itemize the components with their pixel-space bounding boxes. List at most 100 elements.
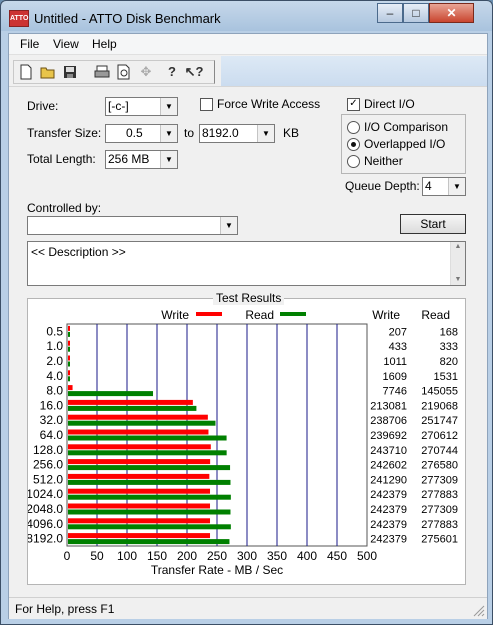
read-value: 251747 (421, 415, 458, 427)
context-help-icon[interactable]: ↖? (184, 62, 204, 82)
read-bar (68, 391, 154, 397)
io-comparison-label: I/O Comparison (364, 120, 449, 134)
description-scrollbar[interactable]: ▲ ▼ (450, 242, 465, 285)
y-tick-label: 512.0 (33, 472, 63, 486)
read-value: 333 (440, 341, 458, 353)
read-value: 277309 (421, 474, 458, 486)
write-bar (68, 370, 70, 376)
write-value: 213081 (370, 400, 407, 412)
total-length-label: Total Length: (27, 152, 96, 166)
write-bar (68, 533, 211, 539)
move-icon[interactable]: ✥ (136, 62, 156, 82)
y-tick-label: 128.0 (33, 443, 63, 457)
write-value: 433 (389, 341, 407, 353)
force-write-access-label: Force Write Access (217, 97, 321, 111)
overlapped-io-label: Overlapped I/O (364, 137, 446, 151)
y-tick-label: 4.0 (46, 369, 63, 383)
read-bar (68, 435, 227, 441)
write-value: 242379 (370, 489, 407, 501)
drive-value: [-c-] (108, 99, 129, 113)
read-value: 1531 (434, 371, 458, 383)
help-icon[interactable]: ? (162, 62, 182, 82)
legend-write-label: Write (161, 308, 189, 322)
total-length-select[interactable]: 256 MB ▼ (105, 150, 178, 169)
print-icon[interactable] (92, 62, 112, 82)
menu-file[interactable]: File (20, 37, 39, 51)
start-button[interactable]: Start (400, 214, 466, 234)
y-tick-label: 4096.0 (28, 517, 63, 531)
y-tick-label: 0.5 (46, 324, 63, 338)
y-tick-label: 2.0 (46, 354, 63, 368)
direct-io-checkbox[interactable]: ✓ (347, 98, 360, 111)
x-tick-label: 0 (64, 549, 71, 563)
scroll-up-icon[interactable]: ▲ (451, 242, 465, 252)
transfer-min-select[interactable]: 0.5 ▼ (105, 124, 178, 143)
force-write-access-checkbox[interactable] (200, 98, 213, 111)
toolbar-fill (221, 56, 487, 86)
y-tick-label: 16.0 (40, 398, 64, 412)
write-value: 1609 (383, 371, 407, 383)
read-value: 145055 (421, 386, 458, 398)
io-comparison-radio[interactable] (347, 121, 360, 134)
read-value: 277883 (421, 519, 458, 531)
write-bar (68, 414, 208, 420)
atto-app-icon[interactable]: ATTO (9, 10, 29, 27)
menu-view[interactable]: View (53, 37, 79, 51)
queue-depth-select[interactable]: 4 ▼ (422, 177, 466, 196)
drive-select[interactable]: [-c-] ▼ (105, 97, 178, 116)
description-text: << Description >> (31, 245, 126, 259)
description-box[interactable]: << Description >> ▲ ▼ (27, 241, 466, 286)
controlled-by-label: Controlled by: (27, 201, 102, 215)
x-tick-label: 100 (117, 549, 137, 563)
y-tick-label: 8.0 (46, 384, 63, 398)
read-bar (68, 420, 216, 426)
menu-bar: File View Help (9, 34, 487, 55)
y-tick-label: 64.0 (40, 428, 64, 442)
read-bar (68, 509, 231, 515)
chevron-down-icon: ▼ (160, 151, 177, 168)
read-bar (68, 361, 70, 367)
x-tick-label: 350 (267, 549, 287, 563)
x-tick-label: 500 (357, 549, 377, 563)
neither-radio[interactable] (347, 155, 360, 168)
read-column-header: Read (421, 308, 450, 322)
maximize-button[interactable]: □ (403, 3, 429, 23)
write-value: 242379 (370, 504, 407, 516)
read-bar (68, 376, 70, 382)
app-window: ATTO Untitled - ATTO Disk Benchmark – □ … (0, 0, 493, 625)
new-icon[interactable] (16, 62, 36, 82)
write-value: 207 (389, 326, 407, 338)
minimize-button[interactable]: – (377, 3, 403, 23)
menu-help[interactable]: Help (92, 37, 117, 51)
write-bar (68, 444, 211, 450)
transfer-min-value: 0.5 (126, 126, 143, 140)
read-value: 820 (440, 356, 458, 368)
write-bar (68, 399, 193, 405)
save-icon[interactable] (60, 62, 80, 82)
title-bar[interactable]: ATTO Untitled - ATTO Disk Benchmark – □ … (1, 1, 492, 33)
open-icon[interactable] (38, 62, 58, 82)
x-tick-label: 450 (327, 549, 347, 563)
chevron-down-icon: ▼ (160, 125, 177, 142)
controlled-by-select[interactable]: ▼ (27, 216, 238, 235)
scroll-down-icon[interactable]: ▼ (451, 275, 465, 285)
transfer-unit-label: KB (283, 126, 300, 140)
print-preview-icon[interactable] (114, 62, 134, 82)
transfer-max-select[interactable]: 8192.0 ▼ (199, 124, 275, 143)
write-bar (68, 518, 211, 524)
read-value: 168 (440, 326, 458, 338)
y-tick-label: 8192.0 (28, 532, 63, 546)
close-button[interactable]: ✕ (429, 3, 474, 23)
overlapped-io-radio[interactable] (347, 138, 360, 151)
x-axis-label: Transfer Rate - MB / Sec (151, 563, 283, 577)
write-bar (68, 385, 73, 391)
read-value: 270612 (421, 430, 458, 442)
read-bar (68, 346, 70, 352)
x-tick-label: 150 (147, 549, 167, 563)
resize-grip-icon[interactable] (471, 603, 485, 617)
read-value: 276580 (421, 460, 458, 472)
window-title: Untitled - ATTO Disk Benchmark (34, 11, 221, 26)
direct-io-label: Direct I/O (364, 97, 415, 111)
read-value: 277309 (421, 504, 458, 516)
read-bar (68, 331, 70, 337)
